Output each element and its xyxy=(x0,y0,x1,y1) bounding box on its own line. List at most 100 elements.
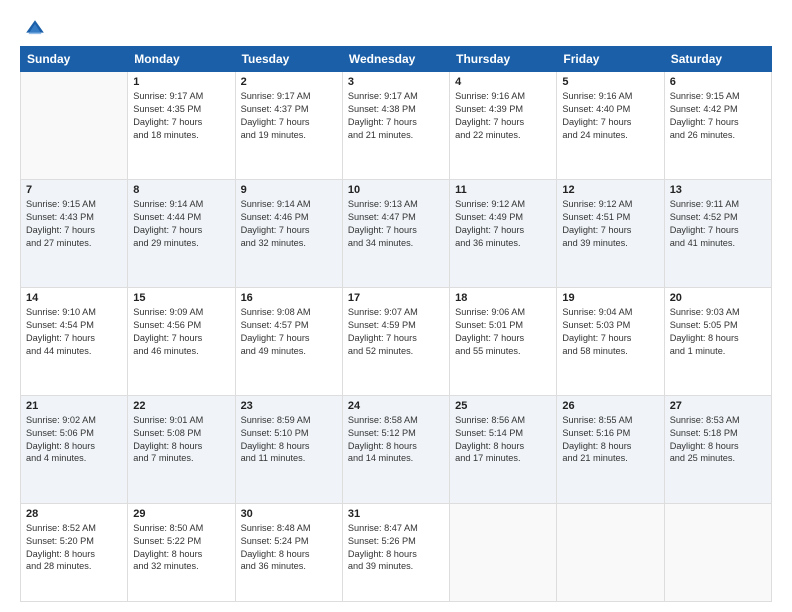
day-number: 19 xyxy=(562,292,658,304)
calendar-day-cell: 17Sunrise: 9:07 AMSunset: 4:59 PMDayligh… xyxy=(342,287,449,395)
calendar-day-cell: 8 Sunrise: 9:14 AMSunset: 4:44 PMDaylight… xyxy=(128,179,235,287)
day-number: 31 xyxy=(348,508,444,520)
day-number: 2 xyxy=(241,76,337,88)
day-number: 12 xyxy=(562,184,658,196)
day-number: 27 xyxy=(670,400,766,412)
header xyxy=(20,18,772,36)
day-info: Sunrise: 9:10 AMSunset: 4:54 PMDaylight:… xyxy=(26,306,122,358)
col-header-friday: Friday xyxy=(557,47,664,72)
col-header-tuesday: Tuesday xyxy=(235,47,342,72)
day-number: 9 xyxy=(241,184,337,196)
calendar-day-cell: 24 Sunrise: 8:58 AMSunset: 5:12 PMDayligh… xyxy=(342,395,449,503)
day-number: 18 xyxy=(455,292,551,304)
day-number: 3 xyxy=(348,76,444,88)
day-number: 26 xyxy=(562,400,658,412)
day-number: 15 xyxy=(133,292,229,304)
day-number: 13 xyxy=(670,184,766,196)
col-header-sunday: Sunday xyxy=(21,47,128,72)
day-info: Sunrise: 9:15 AMSunset: 4:42 PMDaylight:… xyxy=(670,90,766,142)
calendar-day-cell: 25Sunrise: 8:56 AMSunset: 5:14 PMDayligh… xyxy=(450,395,557,503)
calendar-day-cell xyxy=(557,503,664,601)
day-number: 5 xyxy=(562,76,658,88)
calendar-day-cell: 15 Sunrise: 9:09 AMSunset: 4:56 PMDayligh… xyxy=(128,287,235,395)
calendar-day-cell: 20 Sunrise: 9:03 AMSunset: 5:05 PMDayligh… xyxy=(664,287,771,395)
calendar-day-cell: 11 Sunrise: 9:12 AMSunset: 4:49 PMDayligh… xyxy=(450,179,557,287)
calendar-day-cell: 30Sunrise: 8:48 AMSunset: 5:24 PMDayligh… xyxy=(235,503,342,601)
day-number: 22 xyxy=(133,400,229,412)
day-info: Sunrise: 9:14 AMSunset: 4:44 PMDaylight:… xyxy=(133,198,229,250)
calendar-day-cell: 21 Sunrise: 9:02 AMSunset: 5:06 PMDayligh… xyxy=(21,395,128,503)
day-info: Sunrise: 9:14 AMSunset: 4:46 PMDaylight:… xyxy=(241,198,337,250)
day-info: Sunrise: 9:12 AMSunset: 4:51 PMDaylight:… xyxy=(562,198,658,250)
calendar-day-cell: 4 Sunrise: 9:16 AMSunset: 4:39 PMDaylight… xyxy=(450,72,557,180)
day-info: Sunrise: 8:59 AMSunset: 5:10 PMDaylight:… xyxy=(241,414,337,466)
calendar-day-cell: 26 Sunrise: 8:55 AMSunset: 5:16 PMDayligh… xyxy=(557,395,664,503)
day-info: Sunrise: 9:16 AMSunset: 4:39 PMDaylight:… xyxy=(455,90,551,142)
day-info: Sunrise: 9:09 AMSunset: 4:56 PMDaylight:… xyxy=(133,306,229,358)
calendar-day-cell: 2 Sunrise: 9:17 AMSunset: 4:37 PMDaylight… xyxy=(235,72,342,180)
calendar-header-row: SundayMondayTuesdayWednesdayThursdayFrid… xyxy=(21,47,772,72)
day-info: Sunrise: 8:53 AMSunset: 5:18 PMDaylight:… xyxy=(670,414,766,466)
calendar-day-cell: 9 Sunrise: 9:14 AMSunset: 4:46 PMDaylight… xyxy=(235,179,342,287)
day-info: Sunrise: 9:15 AMSunset: 4:43 PMDaylight:… xyxy=(26,198,122,250)
logo-icon xyxy=(24,18,46,40)
day-number: 25 xyxy=(455,400,551,412)
calendar-day-cell: 27 Sunrise: 8:53 AMSunset: 5:18 PMDayligh… xyxy=(664,395,771,503)
calendar-day-cell: 13 Sunrise: 9:11 AMSunset: 4:52 PMDayligh… xyxy=(664,179,771,287)
day-info: Sunrise: 9:17 AMSunset: 4:35 PMDaylight:… xyxy=(133,90,229,142)
calendar-day-cell: 29 Sunrise: 8:50 AMSunset: 5:22 PMDayligh… xyxy=(128,503,235,601)
calendar-week-row: 7 Sunrise: 9:15 AMSunset: 4:43 PMDaylight… xyxy=(21,179,772,287)
calendar-day-cell: 23 Sunrise: 8:59 AMSunset: 5:10 PMDayligh… xyxy=(235,395,342,503)
day-info: Sunrise: 9:02 AMSunset: 5:06 PMDaylight:… xyxy=(26,414,122,466)
day-number: 4 xyxy=(455,76,551,88)
day-number: 20 xyxy=(670,292,766,304)
calendar-day-cell: 10Sunrise: 9:13 AMSunset: 4:47 PMDayligh… xyxy=(342,179,449,287)
calendar-day-cell xyxy=(21,72,128,180)
calendar-day-cell: 6 Sunrise: 9:15 AMSunset: 4:42 PMDaylight… xyxy=(664,72,771,180)
day-number: 11 xyxy=(455,184,551,196)
day-number: 21 xyxy=(26,400,122,412)
day-number: 29 xyxy=(133,508,229,520)
logo xyxy=(20,18,46,36)
day-info: Sunrise: 8:58 AMSunset: 5:12 PMDaylight:… xyxy=(348,414,444,466)
day-number: 10 xyxy=(348,184,444,196)
calendar-week-row: 28 Sunrise: 8:52 AMSunset: 5:20 PMDayligh… xyxy=(21,503,772,601)
day-info: Sunrise: 9:12 AMSunset: 4:49 PMDaylight:… xyxy=(455,198,551,250)
day-info: Sunrise: 9:04 AMSunset: 5:03 PMDaylight:… xyxy=(562,306,658,358)
day-number: 28 xyxy=(26,508,122,520)
page: SundayMondayTuesdayWednesdayThursdayFrid… xyxy=(0,0,792,612)
day-info: Sunrise: 9:16 AMSunset: 4:40 PMDaylight:… xyxy=(562,90,658,142)
day-info: Sunrise: 9:11 AMSunset: 4:52 PMDaylight:… xyxy=(670,198,766,250)
day-number: 7 xyxy=(26,184,122,196)
calendar-day-cell: 19 Sunrise: 9:04 AMSunset: 5:03 PMDayligh… xyxy=(557,287,664,395)
calendar-week-row: 14Sunrise: 9:10 AMSunset: 4:54 PMDayligh… xyxy=(21,287,772,395)
calendar-day-cell: 16 Sunrise: 9:08 AMSunset: 4:57 PMDayligh… xyxy=(235,287,342,395)
day-info: Sunrise: 8:52 AMSunset: 5:20 PMDaylight:… xyxy=(26,522,122,574)
calendar-day-cell: 28 Sunrise: 8:52 AMSunset: 5:20 PMDayligh… xyxy=(21,503,128,601)
calendar-week-row: 21 Sunrise: 9:02 AMSunset: 5:06 PMDayligh… xyxy=(21,395,772,503)
day-info: Sunrise: 9:06 AMSunset: 5:01 PMDaylight:… xyxy=(455,306,551,358)
day-number: 23 xyxy=(241,400,337,412)
day-number: 6 xyxy=(670,76,766,88)
day-info: Sunrise: 9:03 AMSunset: 5:05 PMDaylight:… xyxy=(670,306,766,358)
day-number: 1 xyxy=(133,76,229,88)
calendar-day-cell: 12 Sunrise: 9:12 AMSunset: 4:51 PMDayligh… xyxy=(557,179,664,287)
day-number: 16 xyxy=(241,292,337,304)
day-info: Sunrise: 9:08 AMSunset: 4:57 PMDaylight:… xyxy=(241,306,337,358)
day-info: Sunrise: 8:55 AMSunset: 5:16 PMDaylight:… xyxy=(562,414,658,466)
day-number: 8 xyxy=(133,184,229,196)
day-number: 17 xyxy=(348,292,444,304)
day-info: Sunrise: 9:17 AMSunset: 4:38 PMDaylight:… xyxy=(348,90,444,142)
day-info: Sunrise: 9:01 AMSunset: 5:08 PMDaylight:… xyxy=(133,414,229,466)
calendar-day-cell: 31Sunrise: 8:47 AMSunset: 5:26 PMDayligh… xyxy=(342,503,449,601)
calendar-day-cell: 5 Sunrise: 9:16 AMSunset: 4:40 PMDaylight… xyxy=(557,72,664,180)
calendar-day-cell: 1 Sunrise: 9:17 AMSunset: 4:35 PMDaylight… xyxy=(128,72,235,180)
day-info: Sunrise: 9:17 AMSunset: 4:37 PMDaylight:… xyxy=(241,90,337,142)
col-header-saturday: Saturday xyxy=(664,47,771,72)
day-info: Sunrise: 8:48 AMSunset: 5:24 PMDaylight:… xyxy=(241,522,337,574)
day-info: Sunrise: 8:50 AMSunset: 5:22 PMDaylight:… xyxy=(133,522,229,574)
col-header-wednesday: Wednesday xyxy=(342,47,449,72)
calendar-day-cell: 14Sunrise: 9:10 AMSunset: 4:54 PMDayligh… xyxy=(21,287,128,395)
calendar-day-cell xyxy=(664,503,771,601)
day-number: 24 xyxy=(348,400,444,412)
